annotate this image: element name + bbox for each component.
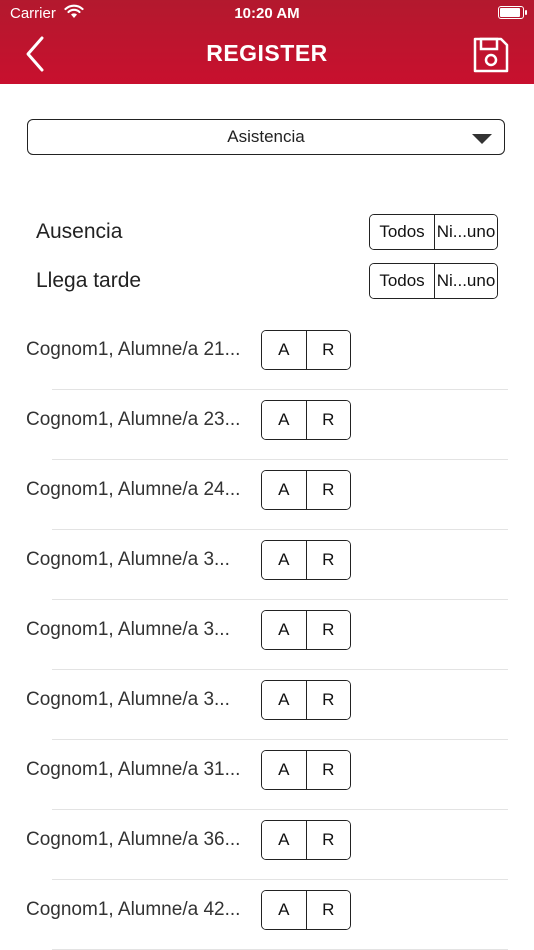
- absent-button[interactable]: A: [262, 891, 306, 929]
- attendance-segment: A R: [261, 400, 351, 440]
- attendance-segment: A R: [261, 750, 351, 790]
- student-name: Cognom1, Alumne/a 3...: [26, 619, 230, 640]
- absent-button[interactable]: A: [262, 541, 306, 579]
- late-button[interactable]: R: [305, 611, 350, 649]
- absent-button[interactable]: A: [262, 611, 306, 649]
- late-all-button[interactable]: Todos: [370, 264, 434, 298]
- late-button[interactable]: R: [305, 891, 350, 929]
- student-row: Cognom1, Alumne/a 3... A R: [0, 530, 534, 600]
- bulk-label-absence: Ausencia: [36, 220, 123, 243]
- late-none-button[interactable]: Ni...uno: [434, 264, 497, 298]
- attendance-segment: A R: [261, 890, 351, 930]
- student-name: Cognom1, Alumne/a 36...: [26, 829, 241, 850]
- student-row: Cognom1, Alumne/a 3... A R: [0, 600, 534, 670]
- attendance-segment: A R: [261, 820, 351, 860]
- page-title: REGISTER: [206, 40, 328, 66]
- absent-button[interactable]: A: [262, 331, 306, 369]
- student-row: Cognom1, Alumne/a 42... A R: [0, 880, 534, 950]
- late-button[interactable]: R: [305, 541, 350, 579]
- student-row: Cognom1, Alumne/a 3... A R: [0, 670, 534, 740]
- status-bar: Carrier 10:20 AM: [0, 0, 534, 30]
- student-list: Cognom1, Alumne/a 21... A R Cognom1, Alu…: [0, 320, 534, 950]
- save-button[interactable]: [470, 34, 512, 76]
- bulk-row-late: Llega tarde Todos Ni...uno: [36, 263, 498, 299]
- bulk-row-absence: Ausencia Todos Ni...uno: [36, 214, 498, 250]
- late-button[interactable]: R: [305, 401, 350, 439]
- student-row: Cognom1, Alumne/a 31... A R: [0, 740, 534, 810]
- student-name: Cognom1, Alumne/a 24...: [26, 479, 241, 500]
- absence-bulk-segment: Todos Ni...uno: [369, 214, 498, 250]
- absent-button[interactable]: A: [262, 471, 306, 509]
- bulk-label-late: Llega tarde: [36, 269, 142, 292]
- student-row: Cognom1, Alumne/a 23... A R: [0, 390, 534, 460]
- attendance-segment: A R: [261, 680, 351, 720]
- student-row: Cognom1, Alumne/a 21... A R: [0, 320, 534, 390]
- absent-button[interactable]: A: [262, 821, 306, 859]
- attendance-segment: A R: [261, 540, 351, 580]
- absent-button[interactable]: A: [262, 681, 306, 719]
- student-name: Cognom1, Alumne/a 3...: [26, 689, 230, 710]
- nav-header: Carrier 10:20 AM REGISTER: [0, 0, 534, 84]
- dropdown-value: Asistencia: [227, 127, 305, 146]
- student-row: Cognom1, Alumne/a 36... A R: [0, 810, 534, 880]
- late-button[interactable]: R: [305, 821, 350, 859]
- late-button[interactable]: R: [305, 681, 350, 719]
- attendance-type-dropdown[interactable]: Asistencia: [27, 119, 505, 155]
- attendance-segment: A R: [261, 330, 351, 370]
- absent-button[interactable]: A: [262, 401, 306, 439]
- absence-all-button[interactable]: Todos: [370, 215, 434, 249]
- late-bulk-segment: Todos Ni...uno: [369, 263, 498, 299]
- absence-none-button[interactable]: Ni...uno: [434, 215, 497, 249]
- attendance-segment: A R: [261, 610, 351, 650]
- late-button[interactable]: R: [305, 331, 350, 369]
- student-name: Cognom1, Alumne/a 23...: [26, 409, 241, 430]
- absent-button[interactable]: A: [262, 751, 306, 789]
- student-name: Cognom1, Alumne/a 21...: [26, 339, 241, 360]
- floppy-disk-icon: [473, 37, 509, 73]
- late-button[interactable]: R: [305, 471, 350, 509]
- student-name: Cognom1, Alumne/a 3...: [26, 549, 230, 570]
- late-button[interactable]: R: [305, 751, 350, 789]
- student-name: Cognom1, Alumne/a 42...: [26, 899, 241, 920]
- student-name: Cognom1, Alumne/a 31...: [26, 759, 241, 780]
- attendance-segment: A R: [261, 470, 351, 510]
- student-row: Cognom1, Alumne/a 24... A R: [0, 460, 534, 530]
- clock: 10:20 AM: [234, 5, 300, 22]
- battery-icon: [498, 6, 527, 19]
- chevron-down-icon: [472, 134, 492, 144]
